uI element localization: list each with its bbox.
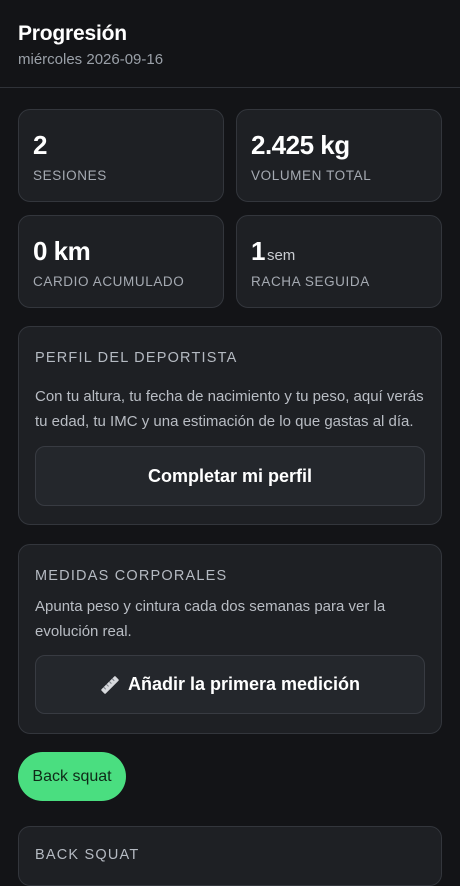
stat-card-cardio: 0 km CARDIO ACUMULADO bbox=[18, 215, 224, 308]
add-measurement-button[interactable]: Añadir la primera medición bbox=[35, 655, 425, 714]
stat-card-sessions: 2 SESIONES bbox=[18, 109, 224, 202]
add-measurement-label: Añadir la primera medición bbox=[127, 674, 361, 694]
stat-card-streak: 1 sem RACHA SEGUIDA bbox=[236, 215, 442, 308]
stat-value: 2.425 kg bbox=[251, 130, 350, 160]
page-title: Progresión bbox=[18, 22, 127, 45]
stat-label: VOLUMEN TOTAL bbox=[251, 168, 372, 183]
measurements-title: MEDIDAS CORPORALES bbox=[35, 568, 228, 584]
stat-value: 1 sem bbox=[251, 236, 296, 266]
exercise-chip-back-squat[interactable]: Back squat bbox=[18, 752, 126, 801]
measurements-description: Apunta peso y cintura cada dos semanas p… bbox=[35, 598, 386, 640]
stat-label: SESIONES bbox=[33, 168, 107, 183]
ruler-icon bbox=[100, 675, 120, 695]
stat-card-volume: 2.425 kg VOLUMEN TOTAL bbox=[236, 109, 442, 202]
profile-card: PERFIL DEL DEPORTISTA Con tu altura, tu … bbox=[18, 326, 442, 525]
measurements-card: MEDIDAS CORPORALES Apunta peso y cintura… bbox=[18, 544, 442, 734]
stat-value: 0 km bbox=[33, 236, 91, 266]
stat-label: CARDIO ACUMULADO bbox=[33, 274, 185, 289]
page-date: miércoles 2026-09-16 bbox=[18, 51, 164, 68]
profile-title: PERFIL DEL DEPORTISTA bbox=[35, 350, 238, 366]
stat-unit: sem bbox=[266, 247, 296, 264]
page-header: Progresión miércoles 2026-09-16 bbox=[0, 0, 460, 88]
back-squat-title: BACK SQUAT bbox=[35, 847, 140, 863]
back-squat-card: BACK SQUAT bbox=[18, 826, 442, 886]
stat-value: 2 bbox=[33, 130, 47, 160]
complete-profile-button[interactable]: Completar mi perfil bbox=[35, 446, 425, 506]
profile-description: Con tu altura, tu fecha de nacimiento y … bbox=[35, 388, 424, 430]
stat-label: RACHA SEGUIDA bbox=[251, 274, 370, 289]
